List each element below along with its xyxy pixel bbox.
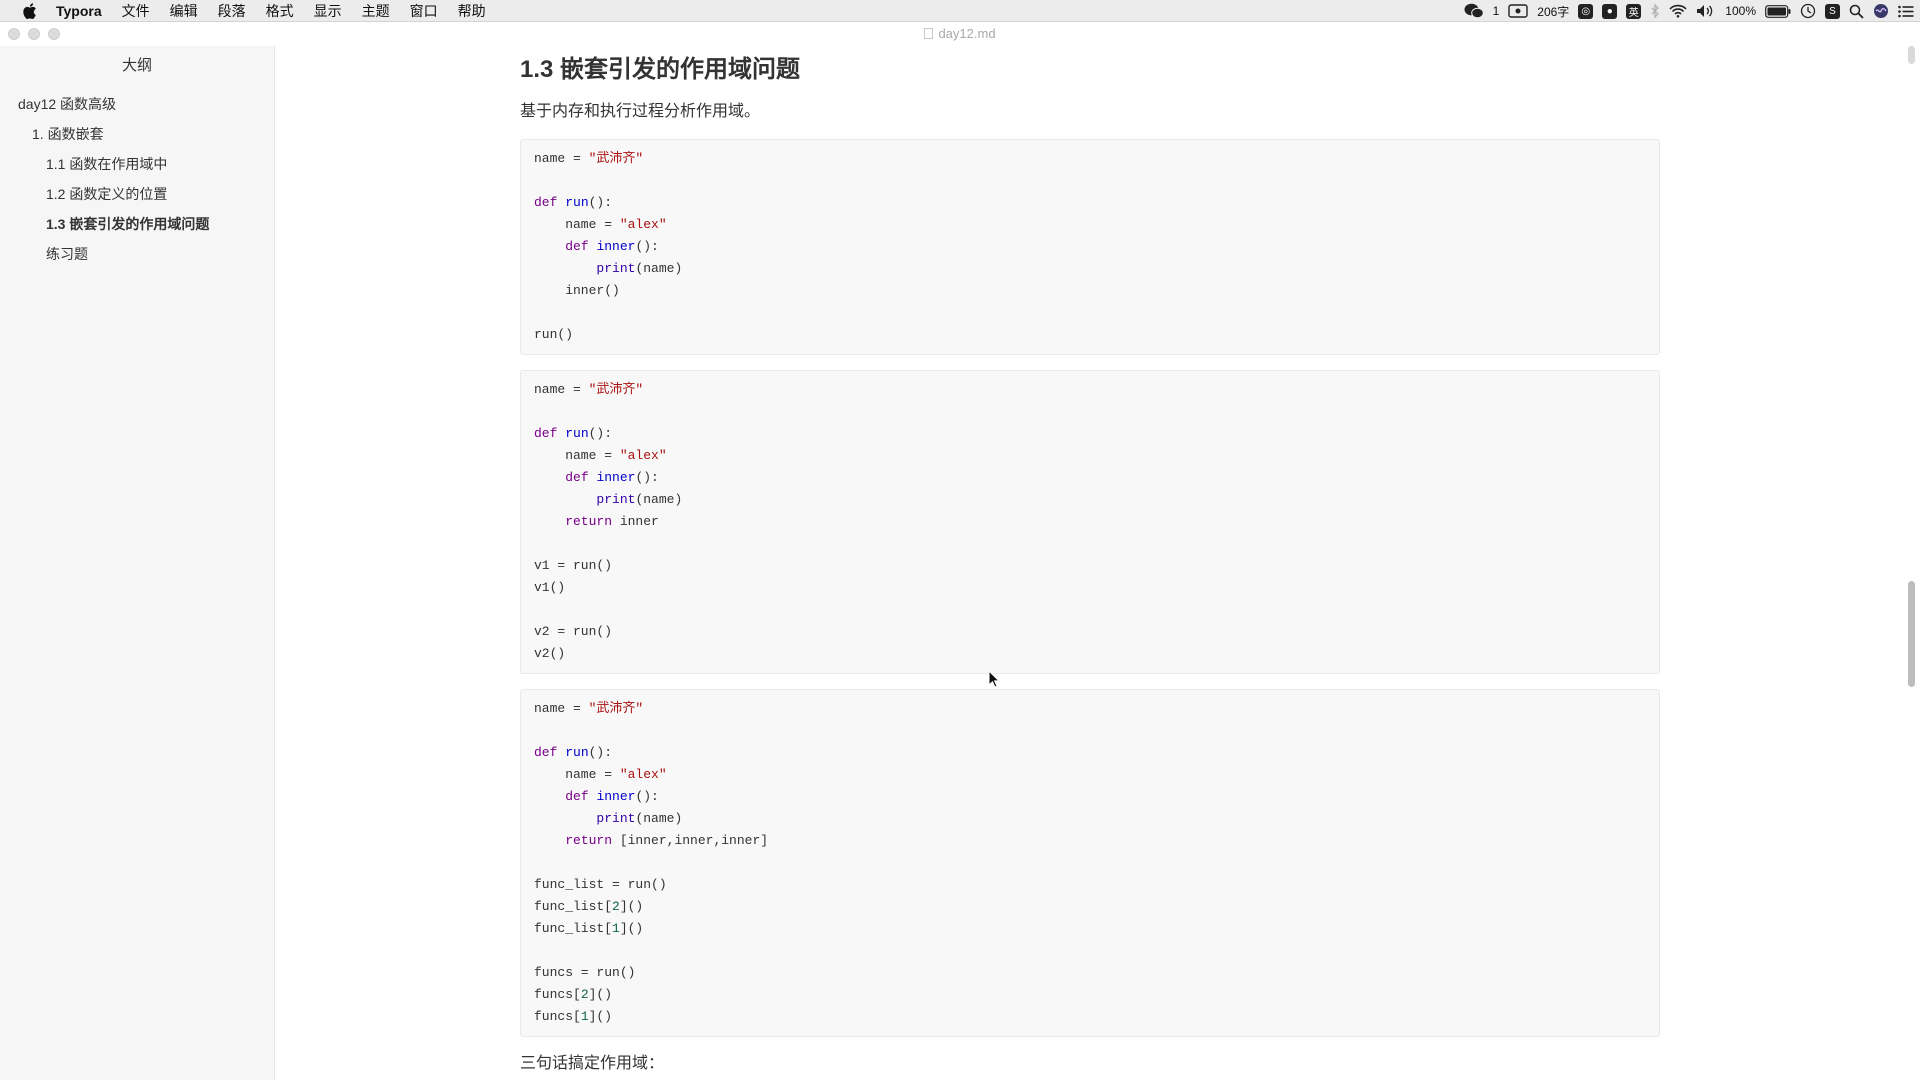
code-line[interactable]: def inner(): [534, 786, 1646, 808]
code-line[interactable]: func_list = run() [534, 874, 1646, 896]
menu-help[interactable]: 帮助 [448, 0, 496, 22]
outline-item-1-2[interactable]: 1.2 函数定义的位置 [0, 179, 274, 209]
code-line[interactable]: def run(): [534, 423, 1646, 445]
notification-center-icon[interactable] [1898, 5, 1914, 18]
code-line[interactable]: v1 = run() [534, 555, 1646, 577]
menu-bar: Typora 文件 编辑 段落 格式 显示 主题 窗口 帮助 1 206字 ◎ … [0, 0, 1920, 22]
code-line[interactable]: def run(): [534, 742, 1646, 764]
document-title: day12.md [0, 26, 1920, 41]
menu-window[interactable]: 窗口 [400, 0, 448, 22]
code-line[interactable] [534, 940, 1646, 962]
code-block-1[interactable]: name = "武沛齐" def run(): name = "alex" def… [520, 139, 1660, 355]
editor-content[interactable]: 1.3 嵌套引发的作用域问题 基于内存和执行过程分析作用域。 name = "武… [520, 46, 1660, 1080]
outline-item-function-nesting[interactable]: 1. 函数嵌套 [0, 119, 274, 149]
bluetooth-icon[interactable] [1650, 4, 1660, 18]
code-line[interactable]: print(name) [534, 489, 1646, 511]
code-line[interactable]: func_list[2]() [534, 896, 1646, 918]
menu-view[interactable]: 显示 [304, 0, 352, 22]
code-line[interactable]: print(name) [534, 258, 1646, 280]
code-line[interactable]: inner() [534, 280, 1646, 302]
code-line[interactable]: name = "alex" [534, 214, 1646, 236]
menu-theme[interactable]: 主题 [352, 0, 400, 22]
document-title-text: day12.md [938, 26, 996, 41]
sync-icon[interactable]: S [1825, 3, 1840, 19]
code-block-2[interactable]: name = "武沛齐" def run(): name = "alex" def… [520, 370, 1660, 674]
word-count[interactable]: 206字 [1537, 3, 1569, 20]
code-line[interactable]: name = "武沛齐" [534, 379, 1646, 401]
outline-item-1-1[interactable]: 1.1 函数在作用域中 [0, 149, 274, 179]
volume-icon[interactable] [1696, 4, 1716, 18]
code-line[interactable]: def inner(): [534, 467, 1646, 489]
menu-edit[interactable]: 编辑 [160, 0, 208, 22]
menu-file[interactable]: 文件 [112, 0, 160, 22]
code-line[interactable]: run() [534, 324, 1646, 346]
menu-app-name[interactable]: Typora [52, 0, 112, 22]
mic-icon[interactable]: ● [1602, 3, 1618, 19]
code-line[interactable]: funcs[1]() [534, 1006, 1646, 1028]
apple-icon[interactable] [20, 2, 40, 19]
code-line[interactable]: return inner [534, 511, 1646, 533]
code-line[interactable] [534, 533, 1646, 555]
battery-percent: 100% [1725, 4, 1756, 18]
siri-icon[interactable] [1873, 3, 1889, 19]
mouse-cursor-icon [988, 669, 1001, 693]
outline-item-day12[interactable]: day12 函数高级 [0, 89, 274, 119]
scrollbar-top-cap [1908, 46, 1915, 64]
scrollbar-thumb[interactable] [1908, 581, 1915, 687]
code-line[interactable]: name = "武沛齐" [534, 698, 1646, 720]
code-line[interactable]: print(name) [534, 808, 1646, 830]
code-line[interactable]: def inner(): [534, 236, 1646, 258]
wifi-icon[interactable] [1669, 4, 1687, 18]
input-method-icon[interactable]: ◎ [1578, 3, 1594, 19]
code-line[interactable]: name = "武沛齐" [534, 148, 1646, 170]
code-line[interactable] [534, 170, 1646, 192]
code-line[interactable] [534, 302, 1646, 324]
menu-paragraph[interactable]: 段落 [208, 0, 256, 22]
code-line[interactable]: v2 = run() [534, 621, 1646, 643]
code-line[interactable]: funcs[2]() [534, 984, 1646, 1006]
code-line[interactable] [534, 852, 1646, 874]
code-line[interactable]: v2() [534, 643, 1646, 665]
document-icon [924, 28, 934, 39]
code-line[interactable]: name = "alex" [534, 445, 1646, 467]
code-line[interactable]: funcs = run() [534, 962, 1646, 984]
clock-icon[interactable] [1800, 3, 1816, 19]
footer-paragraph[interactable]: 三句话搞定作用域： [520, 1052, 1660, 1076]
code-line[interactable] [534, 401, 1646, 423]
outline-item-1-3[interactable]: 1.3 嵌套引发的作用域问题 [0, 209, 274, 239]
editor-scrollbar[interactable] [1908, 46, 1916, 1080]
code-block-3[interactable]: name = "武沛齐" def run(): name = "alex" def… [520, 689, 1660, 1037]
code-line[interactable] [534, 599, 1646, 621]
status-area: 1 206字 ◎ ● 英 100% S [1464, 0, 1914, 22]
code-line[interactable] [534, 720, 1646, 742]
menu-format[interactable]: 格式 [256, 0, 304, 22]
input-lang-badge[interactable]: 英 [1626, 3, 1642, 19]
spotlight-icon[interactable] [1849, 4, 1864, 19]
code-line[interactable]: name = "alex" [534, 764, 1646, 786]
outline-sidebar: 大纲 day12 函数高级 1. 函数嵌套 1.1 函数在作用域中 1.2 函数… [0, 46, 275, 1080]
wechat-count: 1 [1492, 4, 1500, 18]
outline-list: day12 函数高级 1. 函数嵌套 1.1 函数在作用域中 1.2 函数定义的… [0, 89, 274, 269]
section-heading[interactable]: 1.3 嵌套引发的作用域问题 [520, 54, 1660, 86]
code-line[interactable]: def run(): [534, 192, 1646, 214]
code-line[interactable]: v1() [534, 577, 1646, 599]
outline-item-exercises[interactable]: 练习题 [0, 239, 274, 269]
battery-icon[interactable] [1765, 4, 1791, 18]
wechat-icon[interactable] [1464, 3, 1484, 19]
code-line[interactable]: func_list[1]() [534, 918, 1646, 940]
code-line[interactable]: return [inner,inner,inner] [534, 830, 1646, 852]
intro-paragraph[interactable]: 基于内存和执行过程分析作用域。 [520, 100, 1660, 124]
screen-record-icon[interactable] [1508, 4, 1528, 18]
window-title-bar: day12.md [0, 22, 1920, 46]
outline-title: 大纲 [121, 57, 152, 74]
